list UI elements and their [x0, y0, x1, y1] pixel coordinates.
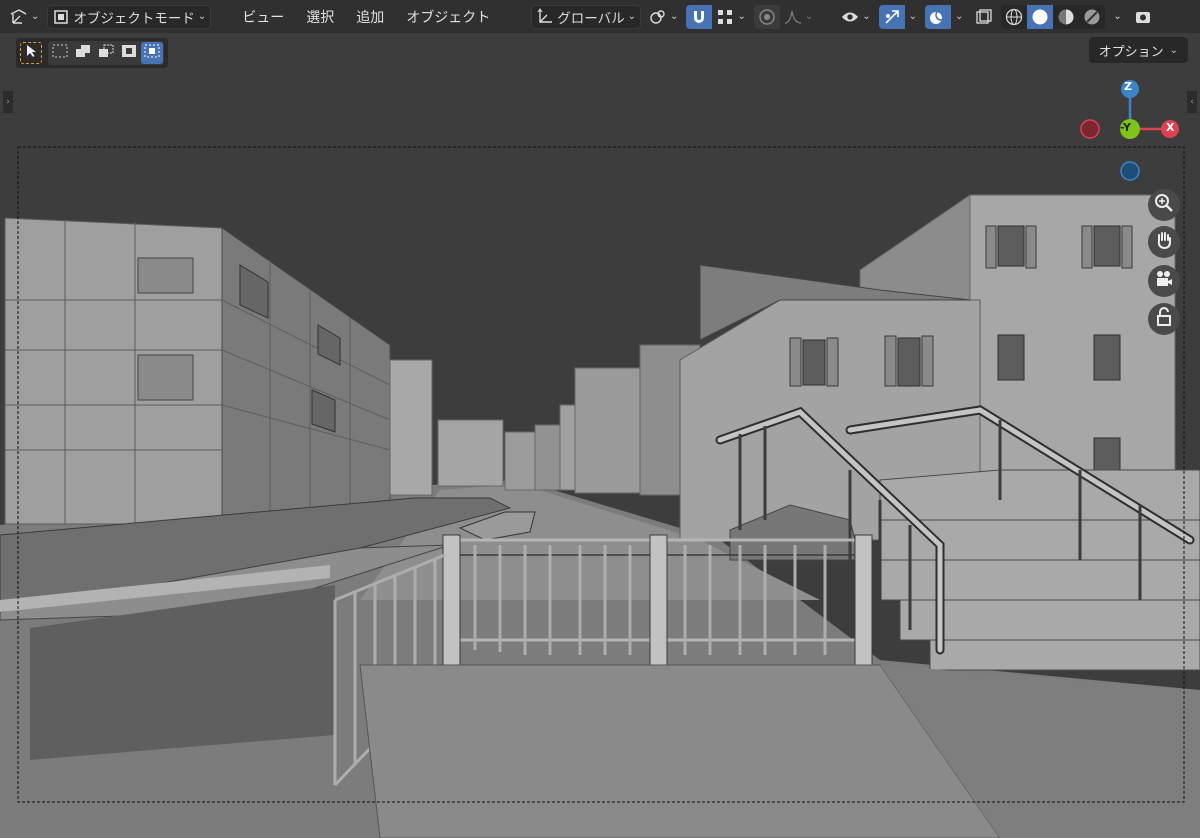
- camera-view-button[interactable]: [1130, 5, 1156, 29]
- selection-mode-group: [48, 41, 164, 65]
- select-invert-button[interactable]: [118, 42, 140, 64]
- select-subtract-icon: [98, 44, 114, 62]
- link-pivot-icon: [649, 8, 667, 26]
- options-label: オプション: [1098, 44, 1164, 60]
- xray-toggle[interactable]: [971, 5, 997, 29]
- shading-rendered[interactable]: [1079, 5, 1105, 29]
- snap-target-dropdown[interactable]: ⌄: [712, 5, 749, 29]
- axis-neg-x-ball[interactable]: [1080, 119, 1100, 139]
- pivot-point-button[interactable]: ⌄: [645, 5, 682, 29]
- select-subtract-button[interactable]: [95, 42, 117, 64]
- axis-x-label: X: [1166, 121, 1175, 134]
- overlays-dropdown[interactable]: ⌄: [951, 5, 967, 29]
- select-intersect-icon: [144, 44, 160, 62]
- menu-view[interactable]: ビュー: [233, 5, 293, 29]
- magnet-icon: [690, 8, 708, 26]
- select-new-icon: [52, 44, 68, 62]
- chevron-down-icon: ⌄: [197, 11, 207, 22]
- transform-orientation-dropdown[interactable]: グローバル ⌄: [531, 4, 642, 29]
- menu-object[interactable]: オブジェクト: [397, 5, 499, 29]
- viewport-header: ⌄ オブジェクトモード ⌄ ビュー 選択 追加 オブジェクト グローバル ⌄ ⌄: [0, 0, 1200, 33]
- shading-material[interactable]: [1053, 5, 1079, 29]
- axes-view-icon: [10, 8, 28, 26]
- navigation-gizmo[interactable]: Z X -Y: [1070, 75, 1190, 185]
- scene-render: [0, 33, 1200, 838]
- select-extend-icon: [75, 44, 91, 62]
- select-extend-button[interactable]: [72, 42, 94, 64]
- select-invert-icon: [121, 44, 137, 62]
- chevron-down-icon: ⌄: [1113, 11, 1122, 22]
- grid-snap-icon: [716, 8, 734, 26]
- gizmo-arrow-icon: [883, 8, 901, 26]
- snap-toggle[interactable]: [686, 4, 713, 29]
- mode-dropdown[interactable]: オブジェクトモード ⌄: [47, 4, 212, 29]
- select-toolbar: [16, 38, 168, 68]
- editor-type-button[interactable]: ⌄: [6, 5, 43, 29]
- zoom-magnifier-icon: [1154, 193, 1174, 217]
- menu-add[interactable]: 追加: [347, 5, 393, 29]
- overlays-toggle[interactable]: [925, 4, 951, 29]
- axis-neg-y-label: -Y: [1120, 121, 1131, 134]
- cursor-arrow-icon: [25, 44, 37, 62]
- proportional-editing-toggle[interactable]: [753, 4, 780, 29]
- zoom-button[interactable]: [1148, 189, 1180, 221]
- eye-icon: [841, 8, 859, 26]
- chevron-down-icon: ⌄: [737, 11, 746, 22]
- falloff-dropdown[interactable]: ⌄: [780, 5, 817, 29]
- chevron-down-icon: ⌄: [862, 11, 871, 22]
- axis-z-label: Z: [1124, 80, 1132, 93]
- proportional-circle-icon: [758, 8, 776, 26]
- hand-pan-icon: [1154, 230, 1174, 254]
- orientation-label: グローバル: [557, 10, 625, 27]
- material-sphere-icon: [1057, 8, 1075, 26]
- mode-label: オブジェクトモード: [73, 10, 195, 27]
- falloff-curve-icon: [784, 8, 802, 26]
- rendered-sphere-icon: [1083, 8, 1101, 26]
- chevron-down-icon: ⌄: [627, 11, 637, 22]
- chevron-down-icon: ⌄: [670, 11, 679, 22]
- menu-select[interactable]: 選択: [297, 5, 343, 29]
- select-intersect-button[interactable]: [141, 42, 163, 64]
- camera-view-toggle[interactable]: [1148, 265, 1180, 297]
- orientation-axes-icon: [536, 7, 554, 26]
- lock-view-toggle[interactable]: [1148, 303, 1180, 335]
- toolbar-expand-arrow[interactable]: ›: [3, 91, 13, 113]
- select-tool-button[interactable]: [20, 42, 42, 64]
- movie-camera-icon: [1154, 269, 1174, 293]
- wireframe-sphere-icon: [1005, 8, 1023, 26]
- chevron-down-icon: ⌄: [1169, 44, 1178, 56]
- select-new-button[interactable]: [49, 42, 71, 64]
- visibility-dropdown[interactable]: ⌄: [837, 5, 874, 29]
- shading-dropdown[interactable]: ⌄: [1109, 5, 1125, 29]
- solid-sphere-icon: [1031, 8, 1049, 26]
- chevron-down-icon: ⌄: [908, 11, 917, 22]
- object-mode-icon: [52, 8, 70, 26]
- options-dropdown[interactable]: オプション ⌄: [1088, 37, 1188, 63]
- chevron-down-icon: ⌄: [804, 11, 814, 22]
- overlay-circles-icon: [929, 8, 947, 26]
- xray-icon: [975, 8, 993, 26]
- gizmo-dropdown[interactable]: ⌄: [905, 5, 921, 29]
- chevron-down-icon: ⌄: [955, 11, 964, 22]
- show-gizmo-toggle[interactable]: [878, 4, 905, 29]
- axis-neg-z-ball[interactable]: [1120, 161, 1140, 181]
- 3d-viewport[interactable]: オプション ⌄ › ‹ Z X -Y: [0, 33, 1200, 838]
- shading-wireframe[interactable]: [1001, 5, 1027, 29]
- shading-solid[interactable]: [1027, 4, 1054, 29]
- camera-icon: [1134, 8, 1152, 26]
- pan-button[interactable]: [1148, 226, 1180, 258]
- padlock-icon: [1155, 307, 1173, 331]
- chevron-down-icon: ⌄: [31, 11, 40, 22]
